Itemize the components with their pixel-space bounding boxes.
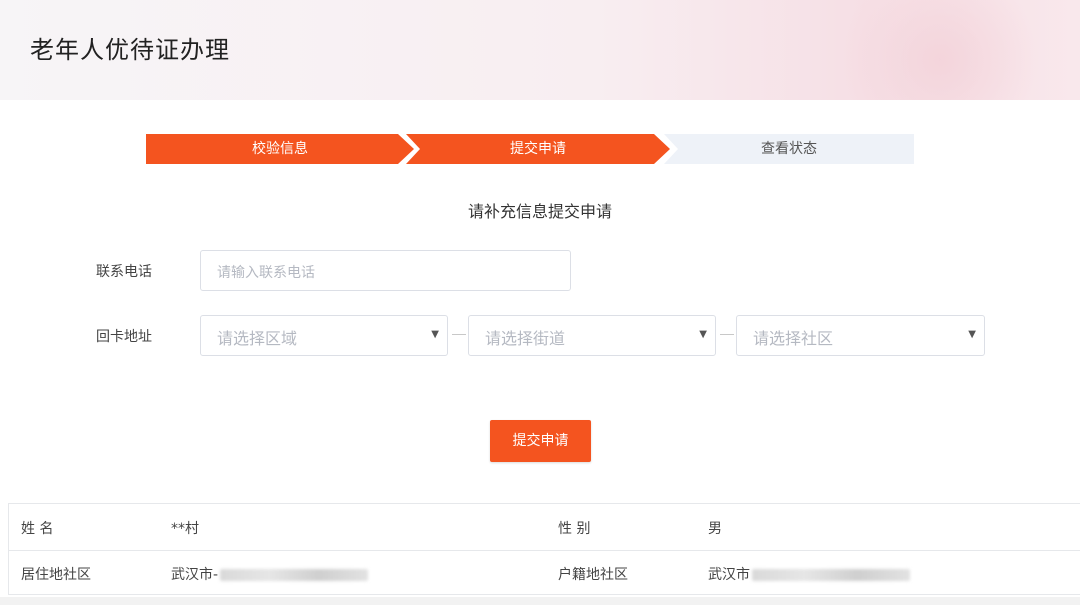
district-placeholder: 请选择区域 [217, 329, 298, 348]
step-view-status: 查看状态 [664, 134, 914, 164]
redacted-mask [752, 569, 910, 581]
progress-steps: 校验信息 提交申请 查看状态 [146, 134, 916, 164]
residence-value-wrap: 武汉市- [171, 564, 369, 584]
residence-value: 武汉市- [171, 567, 219, 583]
phone-label: 联系电话 [96, 264, 152, 280]
residence-label: 居住地社区 [21, 567, 91, 583]
separator-dash [452, 334, 466, 335]
bottom-bar [0, 597, 1080, 605]
name-label: 姓 名 [21, 521, 54, 537]
submit-button[interactable]: 提交申请 [490, 420, 591, 462]
table-row: 姓 名 **村 性 别 男 [9, 504, 1080, 551]
caret-down-icon: ▼ [968, 329, 976, 340]
household-value-wrap: 武汉市 [708, 564, 910, 584]
table-row: 居住地社区 武汉市- 户籍地社区 武汉市 [9, 550, 1080, 596]
redacted-mask [220, 569, 369, 581]
phone-placeholder: 请输入联系电话 [217, 265, 315, 281]
community-select[interactable]: 请选择社区 ▼ [736, 315, 985, 356]
step-verify-info: 校验信息 [146, 134, 414, 164]
address-label: 回卡地址 [96, 329, 152, 345]
name-value: **村 [171, 521, 199, 537]
page-header: 老年人优待证办理 [0, 0, 1080, 100]
caret-down-icon: ▼ [699, 329, 707, 340]
gender-value: 男 [708, 521, 722, 537]
applicant-info-table: 姓 名 **村 性 别 男 居住地社区 武汉市- 户籍地社区 武汉市 [8, 503, 1080, 595]
household-value: 武汉市 [708, 567, 750, 583]
gender-label: 性 别 [558, 521, 591, 537]
separator-dash [720, 334, 734, 335]
district-select[interactable]: 请选择区域 ▼ [200, 315, 448, 356]
street-placeholder: 请选择街道 [485, 329, 566, 348]
header-decoration [840, 0, 1040, 100]
form-subtitle: 请补充信息提交申请 [467, 202, 612, 221]
phone-input[interactable]: 请输入联系电话 [200, 250, 571, 291]
community-placeholder: 请选择社区 [753, 329, 834, 348]
household-label: 户籍地社区 [558, 567, 628, 583]
step-submit-application: 提交申请 [406, 134, 670, 164]
street-select[interactable]: 请选择街道 ▼ [468, 315, 716, 356]
caret-down-icon: ▼ [431, 329, 439, 340]
page-title: 老年人优待证办理 [30, 36, 230, 64]
